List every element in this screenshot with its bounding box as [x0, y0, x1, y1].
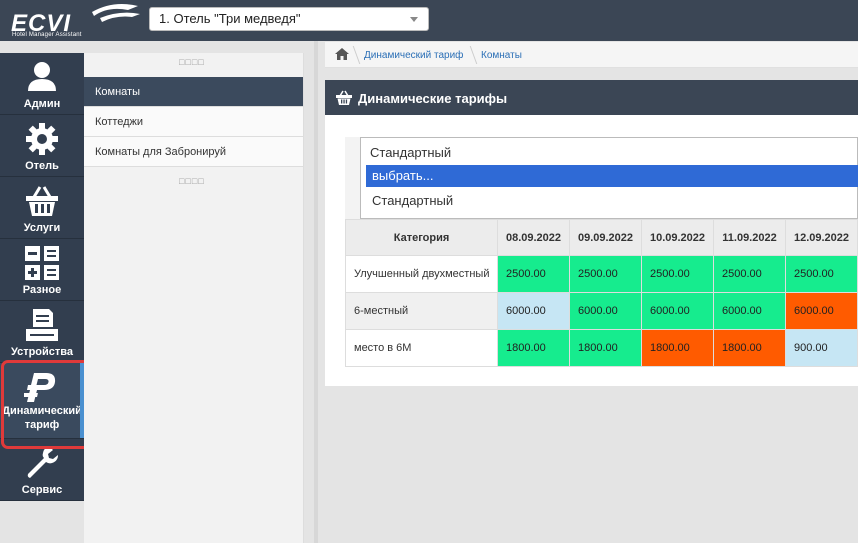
rate-cell[interactable]: 1800.00	[713, 329, 786, 367]
column-header-date[interactable]: 11.09.2022	[713, 219, 786, 256]
table-row: 6-местный 6000.00 6000.00 6000.00 6000.0…	[345, 292, 858, 330]
highlight-box	[1, 360, 91, 449]
rate-cell[interactable]: 2500.00	[497, 255, 570, 293]
submenu-item-rooms-zabroniruy[interactable]: Комнаты для Забронируй	[84, 137, 303, 167]
chevron-down-icon	[410, 17, 418, 22]
panel-grip-top[interactable]: □□□□	[179, 57, 205, 67]
column-header-date[interactable]: 08.09.2022	[497, 219, 570, 256]
rate-cell[interactable]: 6000.00	[785, 292, 858, 330]
calculator-icon	[25, 246, 59, 280]
rates-table: Категория 08.09.2022 09.09.2022 10.09.20…	[345, 219, 858, 367]
rate-cell[interactable]: 6000.00	[497, 292, 570, 330]
logo-subtitle: Hotel Manager Assistant	[12, 32, 82, 38]
nav-item-label: Разное	[22, 284, 62, 296]
submenu-item-label: Комнаты	[95, 86, 140, 98]
gear-icon	[26, 123, 58, 155]
rate-cell[interactable]: 2500.00	[641, 255, 714, 293]
category-cell: Улучшенный двухместный	[345, 255, 498, 293]
top-header: ECVI Hotel Manager Assistant 1. Отель "Т…	[0, 0, 858, 41]
rate-cell[interactable]: 2500.00	[785, 255, 858, 293]
nav-item-hotel[interactable]: Отель	[0, 115, 84, 177]
panel-divider[interactable]	[314, 41, 318, 543]
rate-cell[interactable]: 6000.00	[641, 292, 714, 330]
category-cell: место в 6М	[345, 329, 498, 367]
nav-item-label: Сервис	[21, 484, 63, 496]
table-row: место в 6М 1800.00 1800.00 1800.00 1800.…	[345, 329, 858, 367]
rate-cell[interactable]: 1800.00	[569, 329, 642, 367]
nav-item-label: Админ	[23, 98, 61, 110]
nav-item-devices[interactable]: Устройства	[0, 301, 84, 363]
nav-item-label: Устройства	[10, 346, 74, 358]
app-logo[interactable]: ECVI Hotel Manager Assistant	[8, 2, 148, 40]
breadcrumb-link-dynamic-tariff[interactable]: Динамический тариф	[364, 50, 463, 61]
table-header-row: Категория 08.09.2022 09.09.2022 10.09.20…	[345, 219, 858, 256]
column-header-date[interactable]: 12.09.2022	[785, 219, 858, 256]
rate-cell[interactable]: 900.00	[785, 329, 858, 367]
column-header-date[interactable]: 10.09.2022	[641, 219, 714, 256]
hotel-select-value: 1. Отель "Три медведя"	[159, 11, 301, 26]
panel-grip-bottom[interactable]: □□□□	[179, 176, 205, 186]
nav-item-services[interactable]: Услуги	[0, 177, 84, 239]
submenu-item-label: Коттеджи	[95, 116, 144, 128]
nav-item-label: Отель	[25, 160, 59, 172]
dropdown-option-standard[interactable]: Стандартный	[366, 193, 453, 208]
nav-item-misc[interactable]: Разное	[0, 239, 84, 301]
rate-cell[interactable]: 2500.00	[713, 255, 786, 293]
breadcrumb: Динамический тариф Комнаты	[325, 42, 858, 68]
column-header-date[interactable]: 09.09.2022	[569, 219, 642, 256]
tariff-select-value[interactable]: Стандартный	[370, 145, 451, 160]
user-icon	[28, 62, 56, 91]
filter-strip	[345, 137, 360, 219]
category-cell: 6-местный	[345, 292, 498, 330]
rate-cell[interactable]: 1800.00	[497, 329, 570, 367]
submenu-item-label: Комнаты для Забронируй	[95, 146, 227, 158]
submenu-item-rooms[interactable]: Комнаты	[84, 77, 303, 107]
rate-cell[interactable]: 6000.00	[569, 292, 642, 330]
nav-item-admin[interactable]: Админ	[0, 53, 84, 115]
submenu-item-cottages[interactable]: Коттеджи	[84, 107, 303, 137]
dropdown-option-choose[interactable]: выбрать...	[366, 165, 858, 187]
panel-title: Динамические тарифы	[358, 91, 508, 106]
breadcrumb-separator	[462, 46, 478, 64]
breadcrumb-link-rooms[interactable]: Комнаты	[481, 50, 522, 61]
nav-item-label: Услуги	[23, 222, 61, 234]
submenu-panel: □□□□ Комнаты Коттеджи Комнаты для Заброн…	[84, 53, 304, 543]
rate-cell[interactable]: 2500.00	[569, 255, 642, 293]
table-row: Улучшенный двухместный 2500.00 2500.00 2…	[345, 255, 858, 293]
panel-header: Динамические тарифы	[325, 80, 858, 115]
column-header-category[interactable]: Категория	[345, 219, 498, 256]
rate-cell[interactable]: 1800.00	[641, 329, 714, 367]
hotel-select[interactable]: 1. Отель "Три медведя"	[149, 7, 429, 31]
wrench-icon	[27, 447, 58, 478]
basket-icon	[336, 90, 352, 105]
basket-icon	[26, 186, 58, 216]
rate-cell[interactable]: 6000.00	[713, 292, 786, 330]
printer-icon	[26, 309, 58, 341]
